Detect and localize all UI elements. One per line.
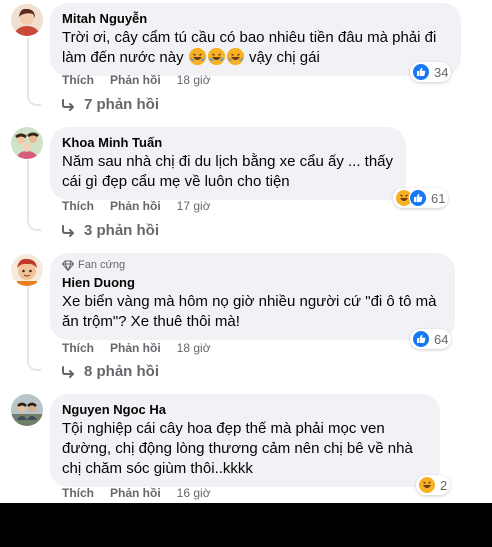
- comment-timestamp[interactable]: 18 giờ: [177, 73, 211, 87]
- thread-curve: [27, 357, 41, 371]
- rofl-emoji-icon: [188, 48, 206, 65]
- avatar[interactable]: [11, 127, 43, 159]
- reply-button[interactable]: Phản hồi: [110, 341, 161, 355]
- thread-line: [27, 160, 29, 218]
- like-button[interactable]: Thích: [62, 341, 94, 355]
- thread-line: [27, 38, 29, 93]
- comment-timestamp[interactable]: 16 giờ: [177, 486, 211, 500]
- comment-text-part: vậy chị gái: [248, 49, 320, 66]
- reply-arrow-icon: [62, 98, 74, 111]
- profile-photo-icon: [11, 394, 43, 426]
- haha-icon: [418, 476, 436, 494]
- reaction-count: 61: [431, 190, 446, 206]
- rofl-emoji-icon: [226, 48, 244, 65]
- reaction-count: 34: [434, 64, 449, 80]
- like-button[interactable]: Thích: [62, 199, 94, 213]
- comment-author[interactable]: Mitah Nguyễn: [62, 10, 449, 27]
- thread-curve: [27, 92, 41, 106]
- comment-bubble: Mitah Nguyễn Trời ơi, cây cẩm tú cầu có …: [50, 3, 461, 76]
- like-icon: [412, 330, 430, 348]
- rofl-emoji-icon: [207, 48, 225, 65]
- comment-author[interactable]: Khoa Minh Tuấn: [62, 134, 394, 151]
- profile-photo-icon: [11, 254, 43, 286]
- comment-author[interactable]: Hien Duong: [62, 274, 443, 291]
- top-fan-badge[interactable]: Fan cứng: [62, 258, 443, 272]
- reply-button[interactable]: Phản hồi: [110, 199, 161, 213]
- avatar[interactable]: [11, 254, 43, 286]
- view-replies-button[interactable]: 3 phản hồi: [62, 222, 159, 239]
- reaction-summary[interactable]: 2: [416, 475, 451, 495]
- comment-text: Xe biển vàng mà hôm nọ giờ nhiều người c…: [62, 293, 437, 330]
- comment-actions: Thích Phản hồi 18 giờ: [62, 341, 211, 355]
- diamond-icon: [62, 260, 74, 271]
- reaction-summary[interactable]: 64: [410, 329, 452, 349]
- replies-count: 8 phản hồi: [84, 363, 159, 380]
- comment-text: Tội nghiệp cái cây hoa đẹp thế mà phải m…: [62, 420, 413, 477]
- profile-photo-icon: [11, 4, 43, 36]
- comment-timestamp[interactable]: 17 giờ: [177, 199, 211, 213]
- reaction-count: 2: [440, 477, 448, 493]
- comment-actions: Thích Phản hồi 17 giờ: [62, 199, 211, 213]
- reply-button[interactable]: Phản hồi: [110, 73, 161, 87]
- thread-curve: [27, 217, 41, 231]
- comment-text: Trời ơi, cây cẩm tú cầu có bao nhiêu tiề…: [62, 28, 449, 68]
- reply-arrow-icon: [62, 224, 74, 237]
- replies-count: 7 phản hồi: [84, 96, 159, 113]
- like-button[interactable]: Thích: [62, 486, 94, 500]
- reaction-count: 64: [434, 331, 449, 347]
- comment-actions: Thích Phản hồi 16 giờ: [62, 486, 211, 500]
- reply-arrow-icon: [62, 365, 74, 378]
- like-icon: [409, 189, 427, 207]
- reaction-summary[interactable]: 34: [410, 62, 452, 82]
- view-replies-button[interactable]: 8 phản hồi: [62, 363, 159, 380]
- comment-bubble: Khoa Minh Tuấn Năm sau nhà chị đi du lịc…: [50, 127, 406, 200]
- like-icon: [412, 63, 430, 81]
- comment-thread: Mitah Nguyễn Trời ơi, cây cẩm tú cầu có …: [0, 0, 492, 503]
- comment-bubble: Fan cứng Hien Duong Xe biển vàng mà hôm …: [50, 253, 455, 340]
- view-replies-button[interactable]: 7 phản hồi: [62, 96, 159, 113]
- comment-text: Năm sau nhà chị đi du lịch bằng xe cẩu ấ…: [62, 153, 394, 190]
- avatar[interactable]: [11, 394, 43, 426]
- replies-count: 3 phản hồi: [84, 222, 159, 239]
- badge-label: Fan cứng: [78, 259, 126, 271]
- thread-line: [27, 286, 29, 358]
- comment-timestamp[interactable]: 18 giờ: [177, 341, 211, 355]
- comment-bubble: Nguyen Ngoc Ha Tội nghiệp cái cây hoa đẹ…: [50, 394, 440, 487]
- comment-actions: Thích Phản hồi 18 giờ: [62, 73, 211, 87]
- avatar[interactable]: [11, 4, 43, 36]
- profile-photo-icon: [11, 127, 43, 159]
- comment-author[interactable]: Nguyen Ngoc Ha: [62, 401, 428, 418]
- reply-button[interactable]: Phản hồi: [110, 486, 161, 500]
- like-button[interactable]: Thích: [62, 73, 94, 87]
- reaction-summary[interactable]: 61: [393, 188, 449, 208]
